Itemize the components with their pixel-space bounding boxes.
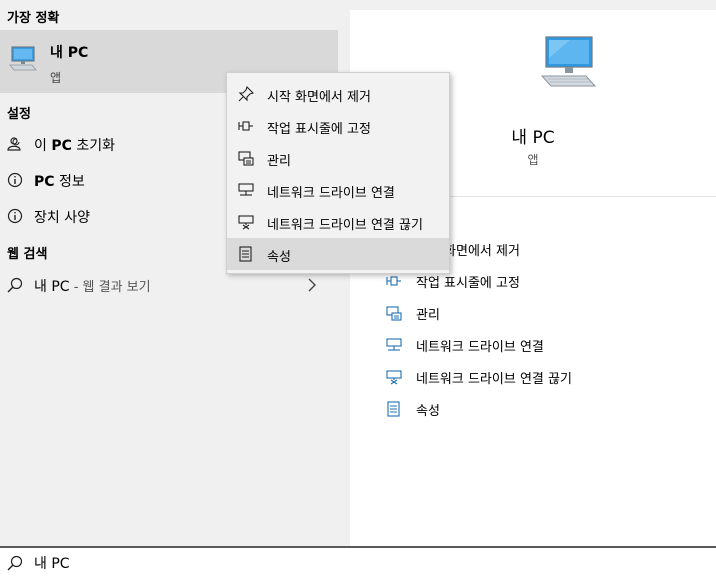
menu-item-label: 네트워크 드라이브 연결 <box>267 186 395 201</box>
web-result-label: 내 PC - 웹 결과 보기 <box>34 279 151 295</box>
web-search-result[interactable]: 내 PC - 웹 결과 보기 <box>0 270 338 300</box>
setting-label: PC 정보 <box>34 174 85 190</box>
action-label: 관리 <box>416 308 440 323</box>
menu-item-label: 시작 화면에서 제거 <box>267 90 371 105</box>
map-network-drive-icon <box>238 182 254 198</box>
menu-item-label: 네트워크 드라이브 연결 끊기 <box>267 218 423 233</box>
chevron-right-icon[interactable] <box>306 277 318 296</box>
properties-icon <box>238 246 254 262</box>
action-label: 속성 <box>416 404 440 419</box>
setting-label: 이 PC 초기화 <box>34 138 115 154</box>
manage-icon <box>386 305 402 321</box>
search-input[interactable]: 내 PC <box>34 553 70 573</box>
action-properties[interactable]: 속성 <box>386 394 706 424</box>
menu-item-label: 관리 <box>267 154 291 169</box>
disconnect-network-drive-icon <box>386 369 402 385</box>
settings-header: 설정 <box>7 107 31 122</box>
map-network-drive-icon <box>386 337 402 353</box>
menu-item-pin-taskbar[interactable]: 작업 표시줄에 고정 <box>227 110 449 142</box>
action-label: 네트워크 드라이브 연결 끊기 <box>416 372 572 387</box>
computer-icon <box>540 36 598 94</box>
menu-item-label: 속성 <box>267 250 291 265</box>
menu-item-map-network-drive[interactable]: 네트워크 드라이브 연결 <box>227 174 449 206</box>
menu-item-unpin-start[interactable]: 시작 화면에서 제거 <box>227 78 449 110</box>
action-manage[interactable]: 관리 <box>386 298 706 328</box>
best-match-title: 내 PC <box>50 45 89 61</box>
menu-item-label: 작업 표시줄에 고정 <box>267 122 371 137</box>
pin-icon <box>386 273 402 289</box>
manage-icon <box>238 150 254 166</box>
action-label: 네트워크 드라이브 연결 <box>416 340 544 355</box>
info-icon <box>7 208 23 224</box>
search-bar[interactable]: 내 PC <box>0 546 716 576</box>
best-match-header: 가장 정확 <box>7 11 60 26</box>
disconnect-network-drive-icon <box>238 214 254 230</box>
unpin-icon <box>238 85 255 102</box>
computer-icon <box>9 46 37 76</box>
reset-user-icon <box>7 136 23 152</box>
action-label: 작업 표시줄에 고정 <box>416 276 520 291</box>
context-menu: 시작 화면에서 제거 작업 표시줄에 고정 관리 네트워크 드라이브 연결 네트… <box>226 72 450 274</box>
search-icon <box>7 555 23 575</box>
menu-item-disconnect-network-drive[interactable]: 네트워크 드라이브 연결 끊기 <box>227 206 449 238</box>
search-icon <box>7 277 23 297</box>
setting-label: 장치 사양 <box>34 210 90 226</box>
action-disconnect-network-drive[interactable]: 네트워크 드라이브 연결 끊기 <box>386 362 706 392</box>
menu-item-manage[interactable]: 관리 <box>227 142 449 174</box>
info-icon <box>7 172 23 188</box>
menu-item-properties[interactable]: 속성 <box>227 238 449 270</box>
best-match-subtitle: 앱 <box>50 71 62 85</box>
pin-icon <box>238 118 254 134</box>
properties-icon <box>386 401 402 417</box>
action-map-network-drive[interactable]: 네트워크 드라이브 연결 <box>386 330 706 360</box>
web-search-header: 웹 검색 <box>7 247 48 262</box>
